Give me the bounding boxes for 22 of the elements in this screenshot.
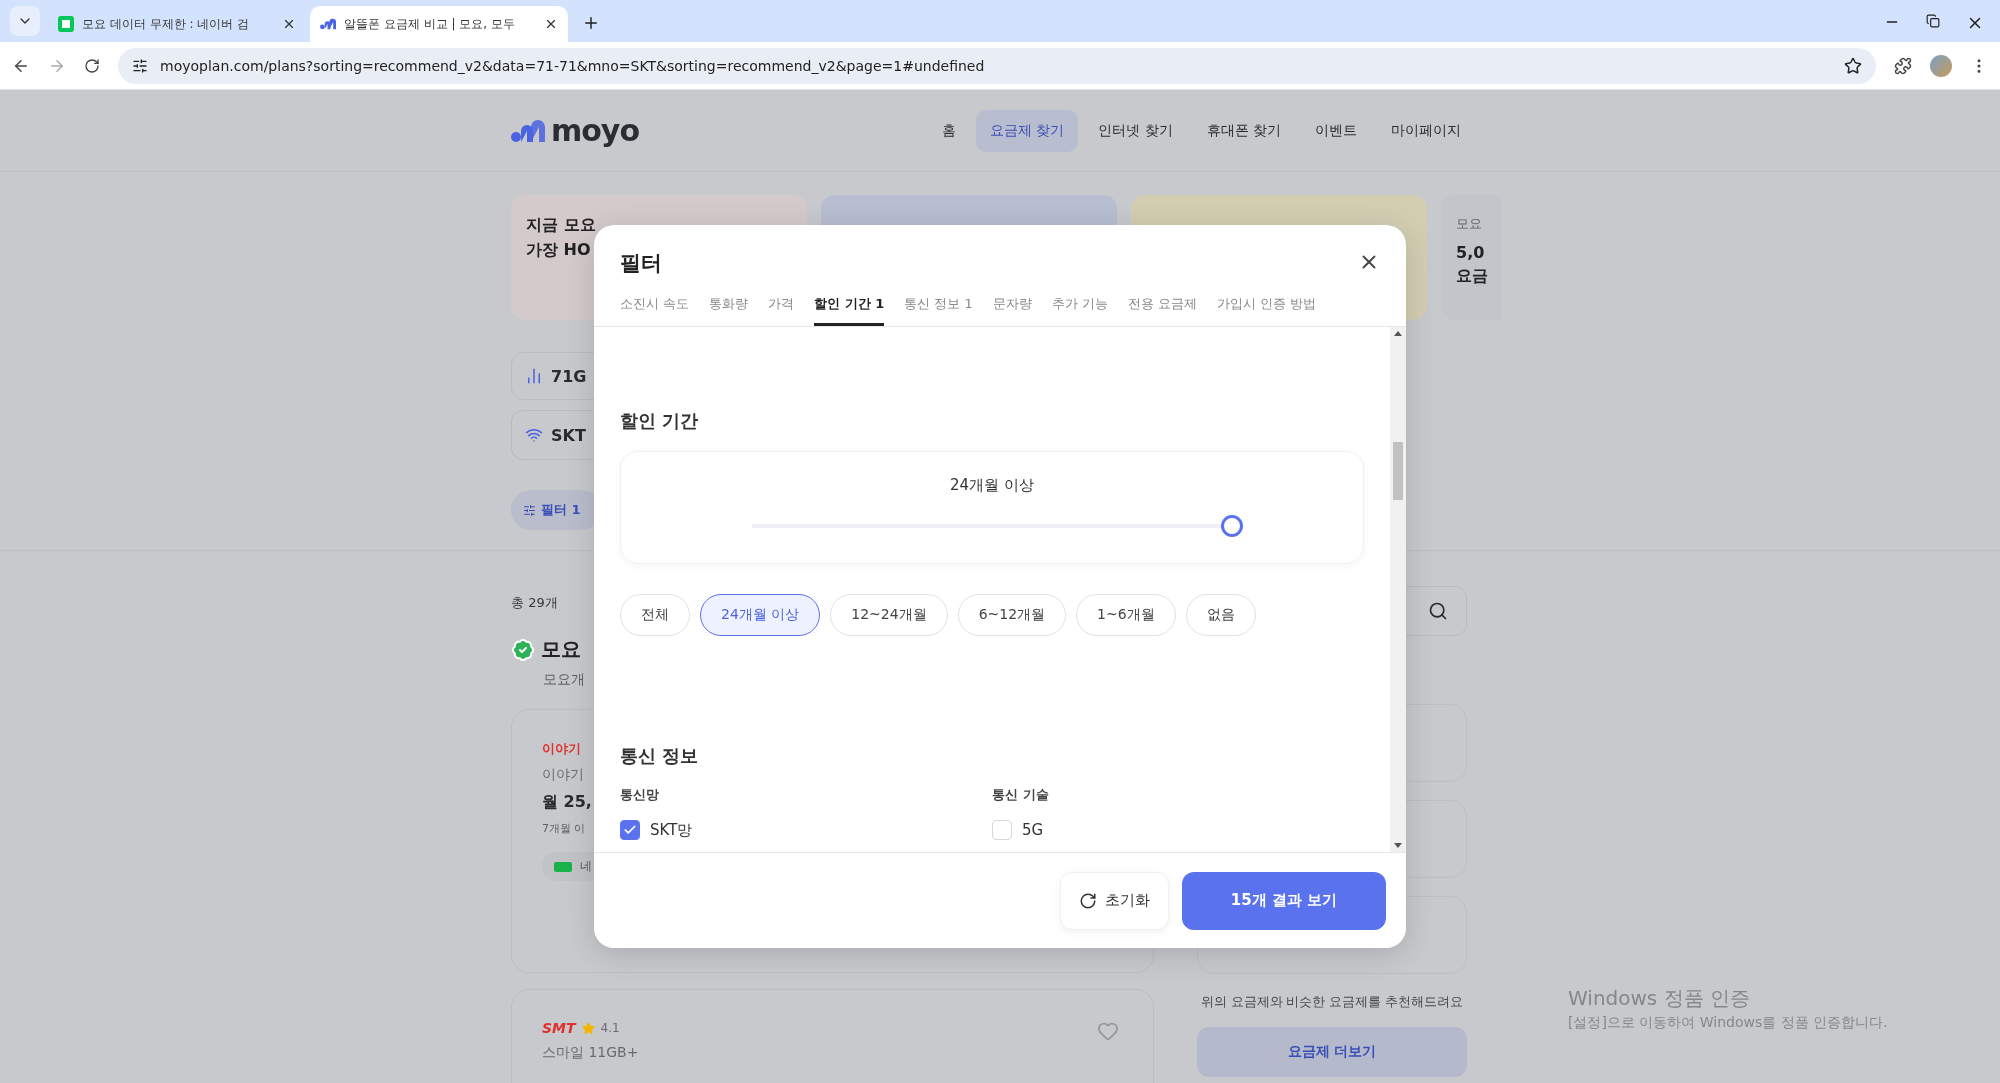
plan-price: 월 25, — [542, 792, 592, 813]
activation-title: Windows 정품 인증 — [1568, 985, 1751, 1012]
brand-logo: SMT — [542, 1020, 576, 1036]
checkbox-label: SKT망 — [650, 820, 693, 840]
dialog-title: 필터 — [620, 250, 662, 277]
section-heading: 모요 — [541, 636, 581, 663]
plan-name: 스마일 11GB+ — [542, 1044, 639, 1062]
plan-name: 이야기 — [542, 766, 584, 784]
slider-reading: 24개월 이상 — [950, 476, 1034, 495]
group-label: 통신망 — [620, 786, 660, 804]
url-text: moyoplan.com/plans?sorting=recommend_v2&data=71-71&mno=SKT&sorting=recommend_v2&page=1#undefined — [160, 57, 986, 74]
section-title: 통신 정보 — [620, 744, 700, 768]
section-subtitle: 모요개 — [543, 671, 585, 689]
checkbox-label: 5G — [1022, 821, 1044, 839]
section-title: 할인 기간 — [620, 409, 700, 433]
activation-text: [설정]으로 이동하여 Windows를 정품 인증합니다. — [1568, 1014, 1888, 1032]
brand-logo: 이야기 — [542, 740, 581, 758]
rating: 4.1 — [600, 1021, 620, 1035]
recommend-text: 위의 요금제와 비슷한 요금제를 추천해드려요 — [1199, 994, 1465, 1011]
group-label: 통신 기술 — [992, 786, 1050, 804]
result-count: 총 29개 — [511, 594, 558, 612]
price-note: 7개월 이 — [542, 821, 586, 836]
